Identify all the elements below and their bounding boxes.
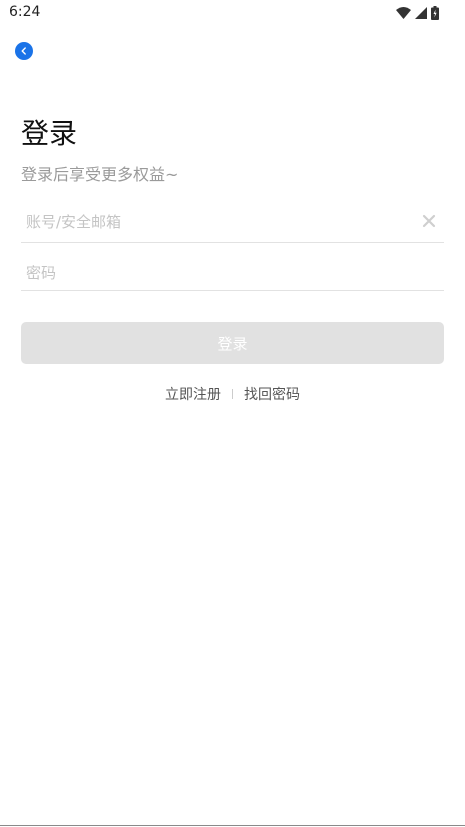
page-subtitle: 登录后享受更多权益~: [21, 165, 179, 184]
login-button[interactable]: 登录: [21, 322, 444, 364]
page-title: 登录: [21, 117, 78, 150]
account-input[interactable]: [21, 201, 406, 242]
link-divider: [232, 389, 233, 399]
bottom-divider: [0, 825, 465, 826]
account-field: [21, 201, 444, 243]
password-field: [21, 255, 444, 291]
account-links: 立即注册 找回密码: [0, 384, 465, 404]
recover-password-link[interactable]: 找回密码: [244, 384, 300, 404]
wifi-icon: [396, 7, 411, 19]
cellular-signal-icon: [415, 7, 427, 19]
back-button[interactable]: [15, 42, 33, 60]
status-bar: 6:24: [0, 0, 465, 26]
clear-icon[interactable]: [421, 213, 437, 229]
password-input[interactable]: [21, 255, 406, 290]
status-time: 6:24: [9, 4, 41, 20]
login-screen: 6:24 登录 登录后享受更多权益~ 登录: [0, 0, 465, 827]
register-link[interactable]: 立即注册: [165, 384, 221, 404]
battery-icon: [431, 6, 439, 20]
chevron-left-icon: [21, 47, 26, 55]
status-icons: [396, 5, 439, 21]
